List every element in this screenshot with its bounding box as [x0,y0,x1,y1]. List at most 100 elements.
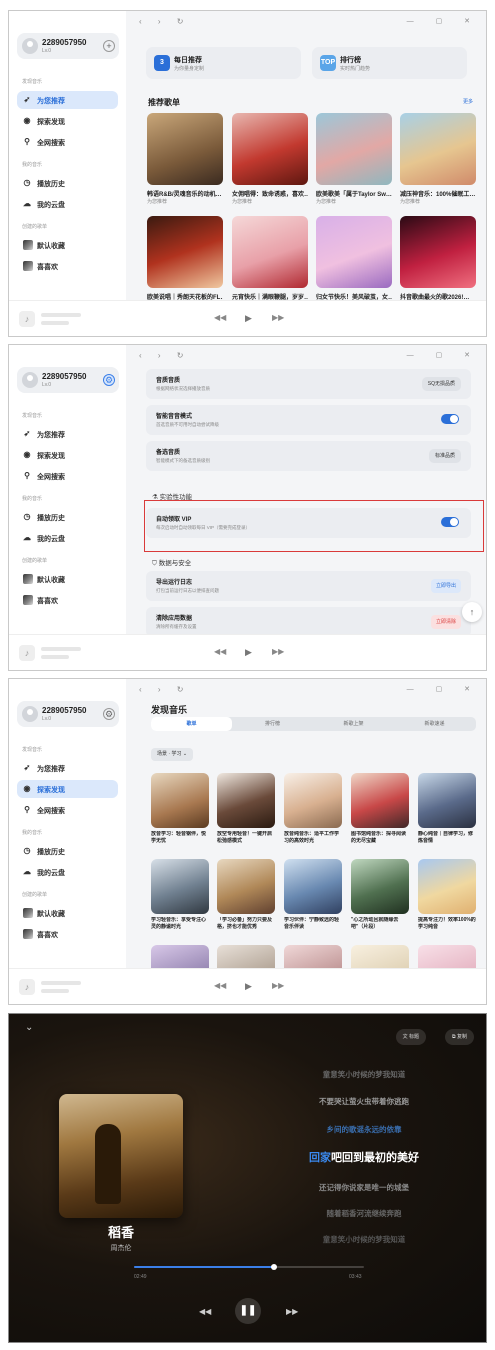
next-icon[interactable]: ▶▶ [272,981,284,990]
lyric-line[interactable]: 乡间的歌谣永远的依靠 [274,1124,454,1135]
sidebar-item-favorites[interactable]: 默认收藏 [17,570,118,588]
playlist-cover[interactable] [400,216,476,288]
playlist-title[interactable]: 元宵快乐｜满眼鞭腿，岁岁… [232,292,308,300]
prev-icon[interactable]: ◀◀ [214,981,226,990]
sidebar-item-favorites[interactable]: 默认收藏 [17,904,118,922]
sidebar-item-search[interactable]: ⚲ 全网搜索 [17,133,118,151]
playlist-title[interactable]: 放空专用轻音！一键开启松弛感模式 [217,831,275,845]
sidebar-item-cloud[interactable]: ☁ 我的云盘 [17,863,118,881]
nav-arrows[interactable]: ‹ › ↻ [139,351,190,360]
playlist-title[interactable]: 抖音歌曲最火的歌2026!… [400,292,476,300]
playlist-cover[interactable] [284,859,342,914]
playlist-cover[interactable] [418,859,476,914]
playlist-cover[interactable] [151,945,209,968]
playlist-title[interactable]: 欧美歌美「属于Taylor Sw… [316,189,392,198]
lyric-line[interactable]: 还记得你说家是唯一的城堡 [274,1182,454,1193]
playlist-title[interactable]: 「学习必备」努力只要及格，挤也才能优秀 [217,917,275,931]
tab-new-songs[interactable]: 新歌上架 [313,717,394,731]
user-card[interactable]: 2289057950 Lv.0 ⚙ [17,367,119,393]
collapse-chevron-icon[interactable]: ⌄ [25,1022,33,1033]
lyric-line[interactable]: 不要哭让萤火虫带着你逃跑 [274,1096,454,1107]
playlist-cover[interactable] [217,859,275,914]
playlist-cover[interactable] [351,773,409,828]
fallback-select[interactable]: 标准品质 [428,449,461,463]
playlist-cover[interactable] [418,945,476,968]
daily-recommend-card[interactable]: 3 每日推荐 为你量身定制 [146,47,301,79]
next-icon[interactable]: ▶▶ [272,313,284,322]
prev-icon[interactable]: ◀◀ [214,313,226,322]
sidebar-item-liked[interactable]: 喜喜欢 [17,925,118,943]
sidebar-item-explore[interactable]: ◉ 探索发现 [17,446,118,464]
playlist-title[interactable]: 放音学习：轻音钢伴，悦学无忧 [151,831,209,845]
playlist-cover[interactable] [217,773,275,828]
lyric-line[interactable]: 童意笑小时候的梦我知道 [274,1069,454,1080]
scroll-top-icon[interactable]: ↑ [462,602,482,622]
playlist-title[interactable]: 欧美说唱｜秀朗天花板的FL… [147,292,223,300]
nav-arrows[interactable]: ‹ › ↻ [139,685,190,694]
sidebar-item-explore[interactable]: ◉ 探索发现 [17,780,118,798]
playlist-cover[interactable] [284,945,342,968]
sidebar-item-favorites[interactable]: 默认收藏 [17,236,118,254]
next-icon[interactable]: ▶▶ [272,647,284,656]
window-controls[interactable]: — ▢ ✕ [407,17,480,25]
playlist-cover[interactable] [151,859,209,914]
playlist-cover[interactable] [232,216,308,288]
playlist-cover[interactable] [351,945,409,968]
playlist-title[interactable]: 减压神音乐：100%催眠工… [400,189,476,198]
playlist-title[interactable]: 韩语R&B/灵魂音乐的动机… [147,189,223,198]
prev-icon[interactable]: ◀◀ [214,647,226,656]
tab-new-express[interactable]: 新歌速递 [394,717,475,731]
lyric-line[interactable]: 童意笑小时候的梦我知道 [274,1234,454,1245]
sidebar-item-liked[interactable]: 喜喜欢 [17,257,118,275]
playlist-cover[interactable] [351,859,409,914]
export-button[interactable]: 立即导出 [430,579,461,593]
play-icon[interactable]: ▶ [245,313,252,324]
play-icon[interactable]: ▶ [245,647,252,658]
copy-button[interactable]: ⧉ 复制 [445,1029,474,1045]
sidebar-item-cloud[interactable]: ☁ 我的云盘 [17,195,118,213]
settings-icon[interactable]: ⚙ [103,708,115,720]
tab-charts[interactable]: 排行榜 [232,717,313,731]
sidebar-item-history[interactable]: ◷ 播放历史 [17,842,118,860]
sidebar-item-history[interactable]: ◷ 播放历史 [17,174,118,192]
sidebar-item-recommend[interactable]: ➶ 为您推荐 [17,425,118,443]
playlist-title[interactable]: 静心纯音｜自律学习，修炼音情 [418,831,476,845]
playlist-cover[interactable] [418,773,476,828]
progress-knob[interactable] [271,1264,278,1270]
play-icon[interactable]: ▶ [245,981,252,992]
window-controls[interactable]: — ▢ ✕ [407,351,480,359]
playlist-cover[interactable] [217,945,275,968]
sidebar-item-search[interactable]: ⚲ 全网搜索 [17,467,118,485]
settings-icon[interactable]: ⚙ [103,374,115,386]
sidebar-item-recommend[interactable]: ➶ 为您推荐 [17,91,118,109]
sidebar-item-history[interactable]: ◷ 播放历史 [17,508,118,526]
playlist-cover[interactable] [316,113,392,185]
clear-button[interactable]: 立即清除 [430,615,461,629]
playlist-title[interactable]: 学习轻音乐：享受专注心灵的静谧时光 [151,917,209,931]
playlist-title[interactable]: 女佣唱得：致命诱惑，喜欢… [232,189,308,198]
playlist-cover[interactable] [151,773,209,828]
sidebar-item-cloud[interactable]: ☁ 我的云盘 [17,529,118,547]
user-card[interactable]: 2289057950 Lv.0 + [17,33,119,59]
playlist-title[interactable]: 提高专注力！效率100%的学习纯音 [418,917,476,931]
current-lyric[interactable]: 回家吧回到最初的美好 [274,1149,454,1165]
playlist-title[interactable]: 归女节快乐！美风破茧，女… [316,292,392,300]
playlist-title[interactable]: "心之所动且就随缘去吧"（片段） [351,917,409,931]
playlist-cover[interactable] [232,113,308,185]
sidebar-item-liked[interactable]: 喜喜欢 [17,591,118,609]
sidebar-item-search[interactable]: ⚲ 全网搜索 [17,801,118,819]
tab-playlists[interactable]: 歌单 [151,717,232,731]
lyric-line[interactable]: 随着稻香河流继续奔跑 [274,1208,454,1219]
playlist-cover[interactable] [400,113,476,185]
playlist-title[interactable]: 图书馆纯音乐：探寻阅读的无尽宝藏 [351,831,409,845]
playlist-cover[interactable] [147,216,223,288]
playlist-cover[interactable] [284,773,342,828]
playlist-title[interactable]: 学习伙伴：宁静致远的轻音乐伴读 [284,917,342,931]
vip-toggle[interactable] [441,517,459,527]
chart-card[interactable]: TOP 排行榜 实时热门趋势 [312,47,467,79]
pause-icon[interactable]: ❚❚ [235,1298,261,1324]
sidebar-item-recommend[interactable]: ➶ 为您推荐 [17,759,118,777]
prev-icon[interactable]: ◀◀ [199,1307,211,1316]
nav-arrows[interactable]: ‹ › ↻ [139,17,190,26]
smart-mode-toggle[interactable] [441,414,459,424]
